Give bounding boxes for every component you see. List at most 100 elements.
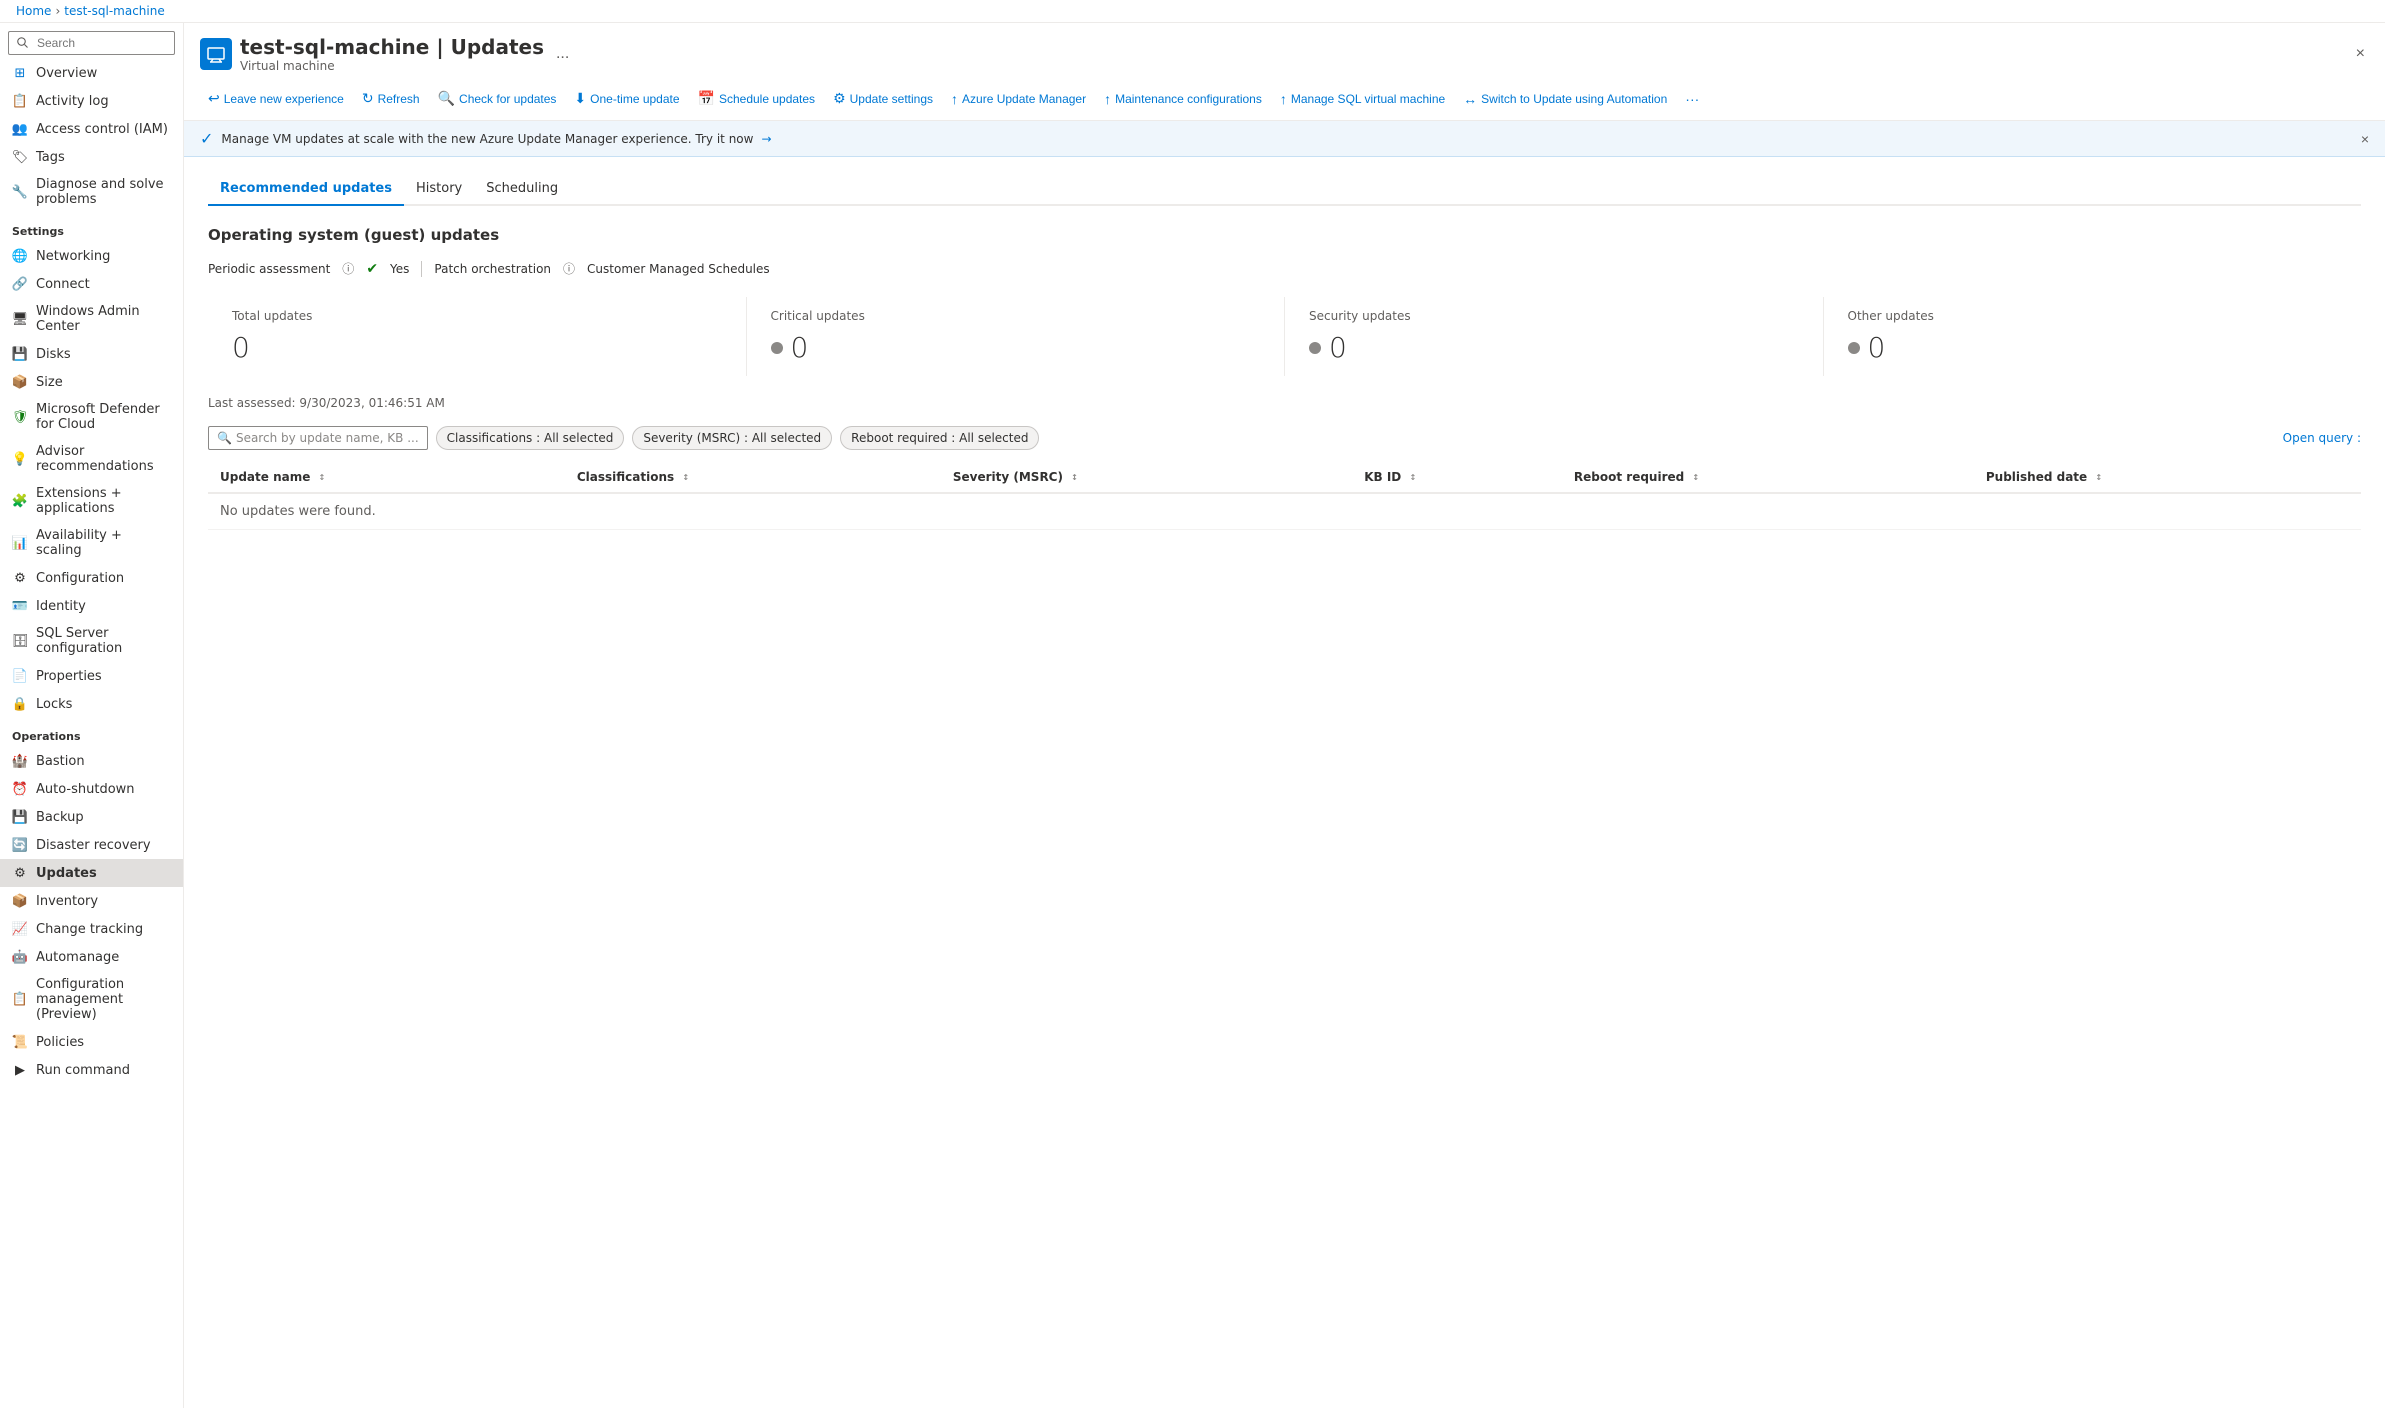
page-more-button[interactable]: ... (552, 41, 573, 67)
breadcrumb-home[interactable]: Home (16, 4, 51, 18)
switch-automation-button[interactable]: ↔ Switch to Update using Automation (1455, 86, 1675, 112)
toolbar: ↩ Leave new experience ↻ Refresh 🔍 Check… (200, 81, 2369, 120)
info-icon-periodic[interactable]: ⓘ (342, 260, 354, 277)
sql-server-icon: 🗄 (12, 633, 28, 649)
schedule-updates-button[interactable]: 📅 Schedule updates (690, 85, 824, 112)
sidebar-item-updates[interactable]: ⚙ Updates (0, 859, 183, 887)
sidebar-item-access-control[interactable]: 👥 Access control (IAM) (0, 115, 183, 143)
updates-icon: ⚙ (12, 865, 28, 881)
one-time-update-button[interactable]: ⬇ One-time update (566, 85, 687, 112)
sort-reboot-icon[interactable]: ↕ (1692, 473, 1699, 482)
sort-severity-icon[interactable]: ↕ (1071, 473, 1078, 482)
sidebar-item-auto-shutdown[interactable]: ⏰ Auto-shutdown (0, 775, 183, 803)
info-icon-patch[interactable]: ⓘ (563, 260, 575, 277)
sidebar-item-locks[interactable]: 🔒 Locks (0, 690, 183, 718)
azure-update-manager-button[interactable]: ↑ Azure Update Manager (943, 86, 1094, 112)
sidebar-item-extensions[interactable]: 🧩 Extensions + applications (0, 480, 183, 522)
tab-history[interactable]: History (404, 173, 474, 206)
sidebar-item-label-locks: Locks (36, 697, 72, 712)
tab-scheduling[interactable]: Scheduling (474, 173, 570, 206)
sidebar-item-label-properties: Properties (36, 669, 102, 684)
col-update-name-label: Update name (220, 470, 310, 484)
close-button[interactable]: × (2352, 41, 2369, 67)
diagnose-icon: 🔧 (12, 184, 28, 200)
sidebar-item-availability[interactable]: 📊 Availability + scaling (0, 522, 183, 564)
sidebar-item-run-command[interactable]: ▶ Run command (0, 1056, 183, 1084)
filter-search[interactable]: 🔍 Search by update name, KB ... (208, 426, 428, 450)
sidebar-item-backup[interactable]: 💾 Backup (0, 803, 183, 831)
sidebar-item-configuration[interactable]: ⚙ Configuration (0, 564, 183, 592)
check-updates-button[interactable]: 🔍 Check for updates (430, 85, 565, 112)
sidebar-item-config-management[interactable]: 📋 Configuration management (Preview) (0, 971, 183, 1028)
sidebar-item-policies[interactable]: 📜 Policies (0, 1028, 183, 1056)
sidebar-item-advisor[interactable]: 💡 Advisor recommendations (0, 438, 183, 480)
main-content: Recommended updates History Scheduling O… (184, 157, 2385, 1408)
col-severity[interactable]: Severity (MSRC) ↕ (941, 462, 1352, 493)
sidebar-item-automanage[interactable]: 🤖 Automanage (0, 943, 183, 971)
sidebar-item-windows-admin[interactable]: 🖥 Windows Admin Center (0, 298, 183, 340)
connect-icon: 🔗 (12, 276, 28, 292)
periodic-assessment-label: Periodic assessment (208, 262, 330, 276)
sidebar-item-disks[interactable]: 💾 Disks (0, 340, 183, 368)
defender-icon: 🛡 (12, 409, 28, 425)
filters-row: 🔍 Search by update name, KB ... Classifi… (208, 426, 2361, 450)
refresh-button[interactable]: ↻ Refresh (354, 85, 428, 112)
col-classifications-label: Classifications (577, 470, 674, 484)
banner-close-button[interactable]: × (2361, 131, 2369, 147)
open-query-link[interactable]: Open query : (2283, 431, 2361, 445)
other-updates-label: Other updates (1848, 309, 2338, 323)
switch-icon: ↔ (1463, 91, 1477, 107)
sidebar-item-connect[interactable]: 🔗 Connect (0, 270, 183, 298)
leave-new-experience-button[interactable]: ↩ Leave new experience (200, 85, 352, 112)
filter-tag-reboot[interactable]: Reboot required : All selected (840, 426, 1039, 450)
col-kb-id[interactable]: KB ID ↕ (1352, 462, 1562, 493)
search-input[interactable] (8, 31, 175, 55)
security-updates-value: 0 (1309, 331, 1799, 364)
more-toolbar-button[interactable]: ··· (1677, 86, 1707, 112)
banner-link[interactable]: → (761, 132, 771, 146)
maintenance-config-button[interactable]: ↑ Maintenance configurations (1096, 86, 1270, 112)
breadcrumb-machine[interactable]: test-sql-machine (64, 4, 164, 18)
policies-icon: 📜 (12, 1034, 28, 1050)
table-header: Update name ↕ Classifications ↕ Severity… (208, 462, 2361, 493)
switch-automation-label: Switch to Update using Automation (1481, 92, 1667, 106)
col-classifications[interactable]: Classifications ↕ (565, 462, 941, 493)
update-settings-button[interactable]: ⚙ Update settings (825, 85, 941, 112)
sort-classifications-icon[interactable]: ↕ (682, 473, 689, 482)
col-reboot-required[interactable]: Reboot required ↕ (1562, 462, 1974, 493)
sort-kb-icon[interactable]: ↕ (1409, 473, 1416, 482)
sidebar-item-sql-server[interactable]: 🗄 SQL Server configuration (0, 620, 183, 662)
sidebar-item-bastion[interactable]: 🏰 Bastion (0, 747, 183, 775)
filter-tag-severity[interactable]: Severity (MSRC) : All selected (632, 426, 832, 450)
sort-update-name-icon[interactable]: ↕ (319, 473, 326, 482)
breadcrumb: Home › test-sql-machine (0, 0, 2385, 23)
sidebar-item-properties[interactable]: 📄 Properties (0, 662, 183, 690)
sidebar-item-networking[interactable]: 🌐 Networking (0, 242, 183, 270)
sidebar-item-label-diagnose: Diagnose and solve problems (36, 177, 171, 207)
sidebar-item-size[interactable]: 📦 Size (0, 368, 183, 396)
sidebar-item-activity-log[interactable]: 📋 Activity log (0, 87, 183, 115)
tab-recommended[interactable]: Recommended updates (208, 173, 404, 206)
sidebar-item-label-policies: Policies (36, 1035, 84, 1050)
sidebar-item-identity[interactable]: 🪪 Identity (0, 592, 183, 620)
sort-published-icon[interactable]: ↕ (2095, 473, 2102, 482)
sidebar-item-tags[interactable]: 🏷 Tags (0, 143, 183, 171)
inventory-icon: 📦 (12, 893, 28, 909)
manage-sql-button[interactable]: ↑ Manage SQL virtual machine (1272, 86, 1453, 112)
sidebar-item-disaster-recovery[interactable]: 🔄 Disaster recovery (0, 831, 183, 859)
assessment-divider (421, 261, 422, 277)
col-update-name[interactable]: Update name ↕ (208, 462, 565, 493)
schedule-updates-label: Schedule updates (719, 92, 815, 106)
page-title-text-container: test-sql-machine | Updates Virtual machi… (240, 35, 544, 73)
filter-tag-classifications[interactable]: Classifications : All selected (436, 426, 625, 450)
col-reboot-label: Reboot required (1574, 470, 1684, 484)
periodic-assessment-value: Yes (390, 262, 409, 276)
activity-log-icon: 📋 (12, 93, 28, 109)
sidebar-item-defender[interactable]: 🛡 Microsoft Defender for Cloud (0, 396, 183, 438)
sidebar-item-inventory[interactable]: 📦 Inventory (0, 887, 183, 915)
sidebar-item-diagnose[interactable]: 🔧 Diagnose and solve problems (0, 171, 183, 213)
critical-dot (771, 342, 783, 354)
col-published-date[interactable]: Published date ↕ (1974, 462, 2361, 493)
sidebar-item-overview[interactable]: ⊞ Overview (0, 59, 183, 87)
sidebar-item-change-tracking[interactable]: 📈 Change tracking (0, 915, 183, 943)
